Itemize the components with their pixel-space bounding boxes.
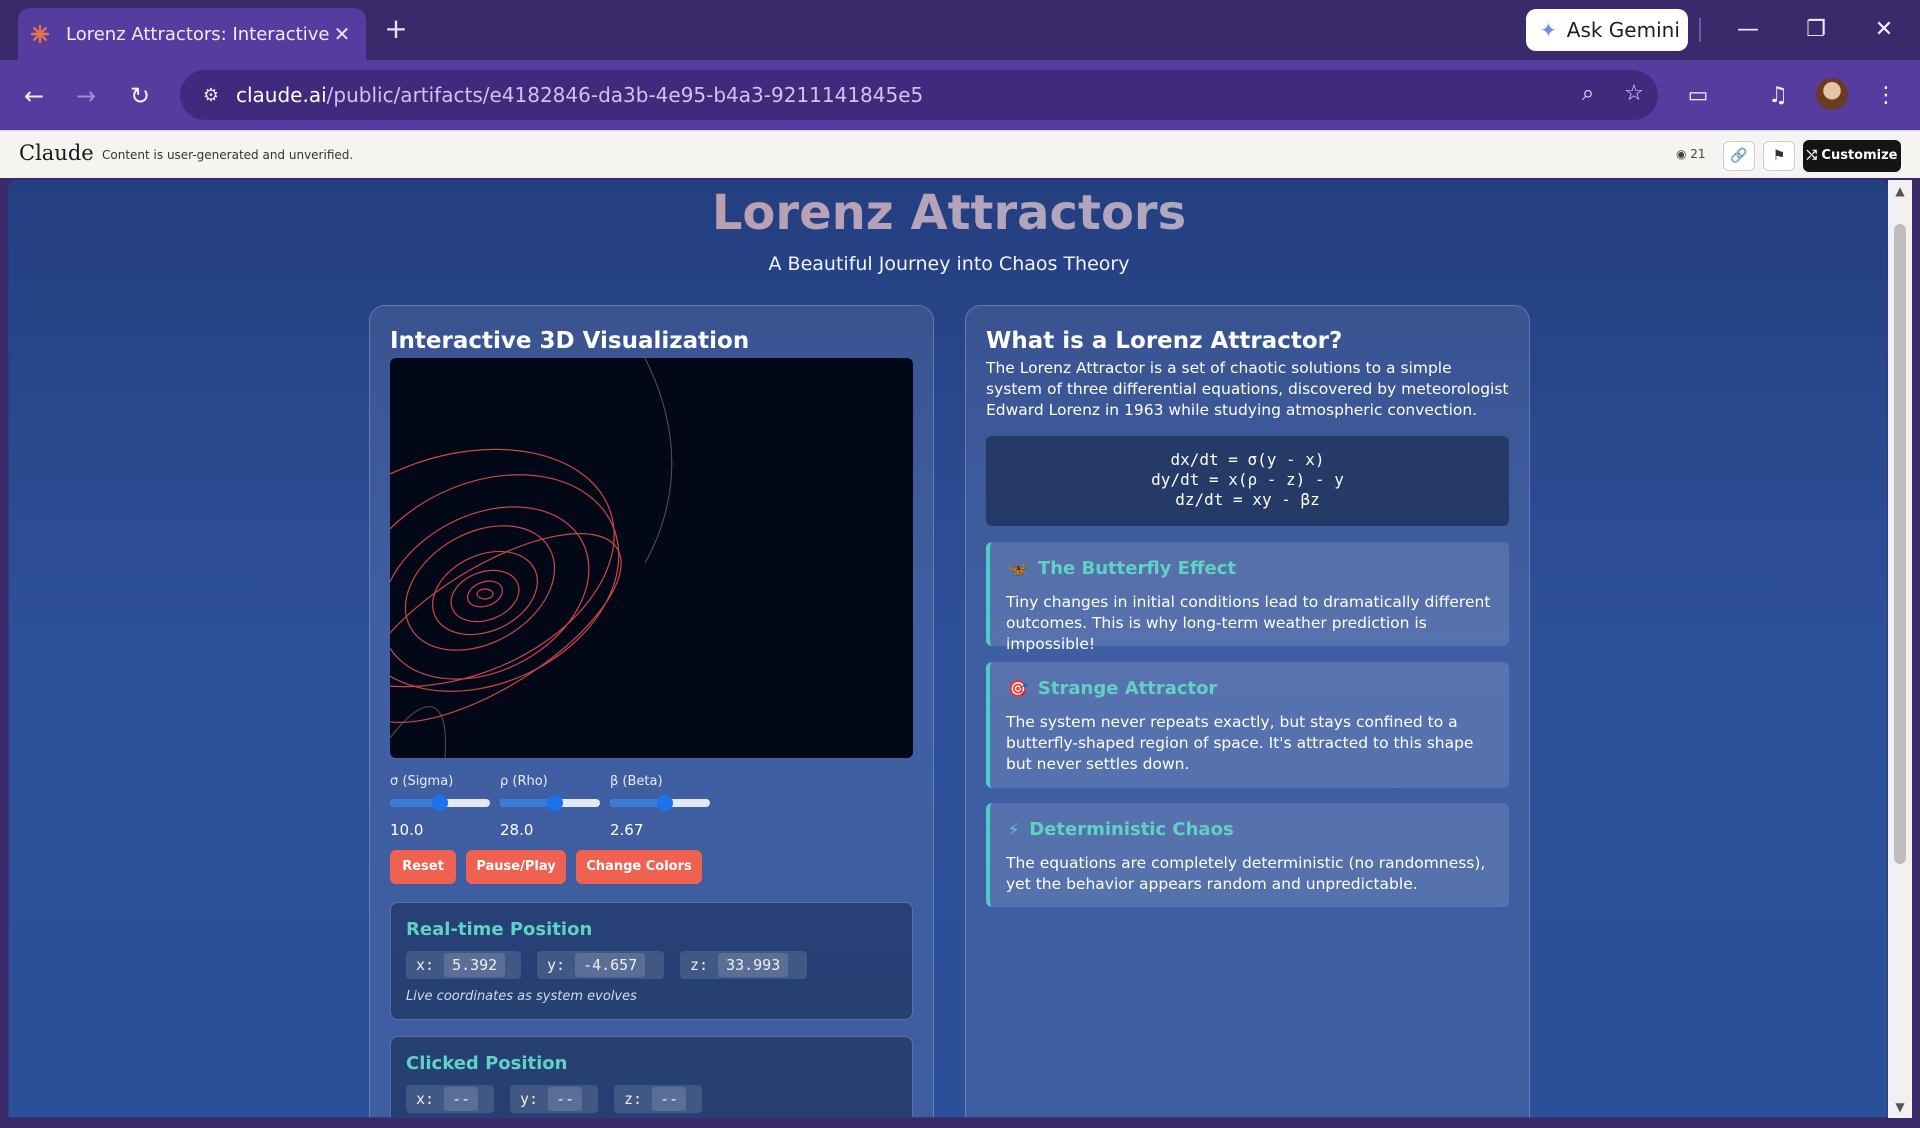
sigma-slider-group: σ (Sigma) 10.0	[390, 774, 490, 839]
claude-favicon-icon	[30, 24, 50, 44]
artifact-scrollbar[interactable]: ▲ ▼	[1888, 180, 1912, 1118]
butterfly-effect-title: The Butterfly Effect	[1037, 558, 1237, 579]
equation-dx: dx/dt = σ(y - x)	[1170, 450, 1325, 469]
sigma-value: 10.0	[390, 821, 424, 839]
copy-link-icon[interactable]: 🔗	[1723, 141, 1755, 171]
attractor-plot	[390, 358, 673, 758]
equation-dy: dy/dt = x(ρ - z) - y	[1151, 470, 1344, 489]
rho-slider-group: ρ (Rho) 28.0	[500, 774, 600, 839]
butterfly-effect-card: 🦋 The Butterfly Effect Tiny changes in in…	[986, 542, 1509, 653]
clicked-z: z: --	[614, 1085, 702, 1113]
close-tab-icon[interactable]: ✕	[330, 22, 354, 46]
restore-icon[interactable]: ❐	[1796, 12, 1836, 48]
browser-tab-bar: Lorenz Attractors: Interactive Vi ✕ + ✦ …	[0, 0, 1920, 60]
sigma-slider-thumb[interactable]	[432, 795, 448, 811]
strange-attractor-title: Strange Attractor	[1037, 678, 1218, 699]
deterministic-chaos-title: Deterministic Chaos	[1029, 819, 1234, 840]
scroll-up-icon[interactable]: ▲	[1893, 184, 1907, 198]
minimize-icon[interactable]: —	[1728, 12, 1768, 48]
forward-arrow-icon[interactable]: →	[66, 76, 106, 116]
bookmark-star-icon[interactable]: ☆	[1616, 76, 1652, 112]
realtime-y: y: -4.657	[537, 951, 664, 979]
new-tab-icon[interactable]: +	[380, 14, 412, 46]
report-flag-icon[interactable]: ⚑	[1763, 141, 1795, 171]
deterministic-chaos-text: The equations are completely determinist…	[1006, 854, 1486, 893]
strange-attractor-text: The system never repeats exactly, but st…	[1006, 713, 1474, 773]
beta-slider-thumb[interactable]	[657, 795, 673, 811]
equation-dz: dz/dt = xy - βz	[1175, 490, 1320, 509]
scrollbar-thumb[interactable]	[1894, 224, 1906, 864]
lightning-icon: ⚡	[1008, 820, 1020, 839]
customize-button[interactable]: ⤭ Customize	[1803, 140, 1901, 172]
equations-block: dx/dt = σ(y - x) dy/dt = x(ρ - z) - y dz…	[986, 436, 1509, 526]
site-settings-icon[interactable]: ⚙	[186, 85, 236, 106]
rho-slider-thumb[interactable]	[547, 795, 563, 811]
realtime-position-box: Real-time Position x: 5.392 y: -4.657 z: 33…	[390, 902, 913, 1020]
info-intro: The Lorenz Attractor is a set of chaotic…	[986, 359, 1509, 419]
zoom-icon[interactable]: ⌕	[1570, 76, 1606, 112]
ask-gemini-label: Ask Gemini	[1566, 18, 1680, 42]
profile-avatar[interactable]	[1816, 78, 1848, 110]
browser-toolbar: ← → ↻ ⚙ claude.ai/public/artifacts/e4182…	[0, 60, 1920, 130]
butterfly-effect-text: Tiny changes in initial conditions lead …	[1006, 593, 1491, 653]
realtime-position-note: Live coordinates as system evolves	[406, 989, 637, 1004]
beta-label: β (Beta)	[610, 774, 663, 789]
attractor-canvas[interactable]	[390, 358, 913, 758]
reset-button[interactable]: Reset	[390, 850, 456, 884]
reload-icon[interactable]: ↻	[120, 76, 160, 116]
beta-slider[interactable]	[610, 795, 710, 811]
pause-play-button[interactable]: Pause/Play	[466, 850, 566, 884]
butterfly-icon: 🦋	[1008, 559, 1028, 578]
target-icon: 🎯	[1008, 679, 1028, 698]
address-bar[interactable]: ⚙ claude.ai/public/artifacts/e4182846-da…	[180, 70, 1658, 120]
page-title: Lorenz Attractors	[9, 185, 1887, 241]
rho-label: ρ (Rho)	[500, 774, 548, 789]
close-window-icon[interactable]: ✕	[1864, 12, 1904, 48]
url-text: claude.ai/public/artifacts/e4182846-da3b…	[236, 83, 924, 107]
realtime-z: z: 33.993	[680, 951, 807, 979]
realtime-x: x: 5.392	[406, 951, 521, 979]
beta-value: 2.67	[610, 821, 644, 839]
rho-value: 28.0	[500, 821, 534, 839]
clicked-position-box: Clicked Position x: -- y: -- z: --	[390, 1036, 913, 1117]
scroll-down-icon[interactable]: ▼	[1893, 1100, 1907, 1114]
back-arrow-icon[interactable]: ←	[14, 76, 54, 116]
visualization-panel: Interactive 3D Visualization σ (Sigma) 1…	[369, 305, 934, 1117]
deterministic-chaos-card: ⚡ Deterministic Chaos The equations are c…	[986, 803, 1509, 907]
ask-gemini-button[interactable]: ✦ Ask Gemini	[1526, 9, 1688, 51]
sigma-label: σ (Sigma)	[390, 774, 454, 789]
tab-search-icon[interactable]: ▭	[1678, 76, 1718, 116]
clicked-y: y: --	[510, 1085, 598, 1113]
media-control-icon[interactable]: ♫	[1758, 76, 1798, 116]
menu-kebab-icon[interactable]: ⋮	[1866, 76, 1906, 116]
clicked-x: x: --	[406, 1085, 494, 1113]
clicked-position-title: Clicked Position	[406, 1053, 568, 1074]
strange-attractor-card: 🎯 Strange Attractor The system never repe…	[986, 662, 1509, 788]
info-heading: What is a Lorenz Attractor?	[986, 328, 1343, 354]
tabbar-divider	[1699, 18, 1701, 42]
eye-icon: ◉	[1676, 147, 1691, 161]
rho-slider[interactable]	[500, 795, 600, 811]
claude-logo[interactable]: Claude	[19, 141, 94, 165]
info-panel: What is a Lorenz Attractor? The Lorenz A…	[965, 305, 1530, 1117]
artifact-viewport: Lorenz Attractors A Beautiful Journey in…	[8, 180, 1888, 1118]
visualization-heading: Interactive 3D Visualization	[390, 328, 750, 354]
tab-title: Lorenz Attractors: Interactive Vi	[66, 23, 330, 45]
beta-slider-group: β (Beta) 2.67	[610, 774, 710, 839]
browser-tab-active[interactable]: Lorenz Attractors: Interactive Vi ✕	[18, 8, 366, 60]
page-subtitle: A Beautiful Journey into Chaos Theory	[768, 253, 1130, 275]
sigma-slider[interactable]	[390, 795, 490, 811]
realtime-position-title: Real-time Position	[406, 919, 593, 940]
content-disclaimer: Content is user-generated and unverified…	[102, 148, 354, 162]
claude-artifact-header: Claude Content is user-generated and unv…	[0, 130, 1920, 178]
gemini-sparkle-icon: ✦	[1540, 18, 1557, 42]
view-count: ◉ 21	[1676, 147, 1706, 161]
change-colors-button[interactable]: Change Colors	[576, 850, 702, 884]
